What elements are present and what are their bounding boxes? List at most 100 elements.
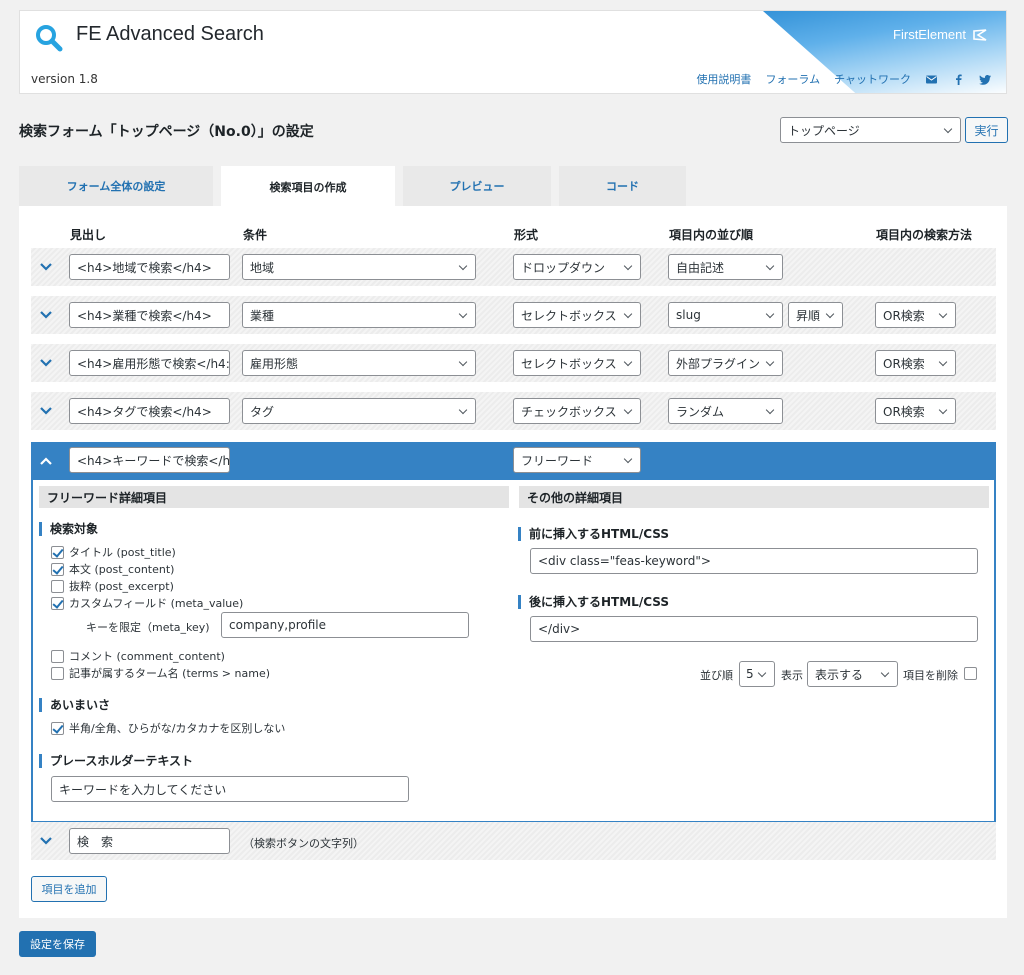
heading-input[interactable]: <h4>タグで検索</h4> <box>69 398 230 424</box>
page-title: 検索フォーム「トップページ（No.0）」の設定 <box>19 124 314 140</box>
save-settings-button[interactable]: 設定を保存 <box>19 931 96 957</box>
chevron-down-icon[interactable] <box>39 836 53 846</box>
search-method-select[interactable]: OR検索 <box>875 350 956 376</box>
chevron-down-icon[interactable] <box>39 262 53 272</box>
plugin-title: FE Advanced Search <box>76 23 264 45</box>
target-terms-checkbox[interactable]: 記事が属するターム名 (terms > name) <box>51 665 270 681</box>
placeholder-heading: プレースホルダーテキスト <box>39 754 193 768</box>
checkbox-box[interactable] <box>51 562 64 576</box>
checkbox-label: 抜粋 (post_excerpt) <box>69 580 174 593</box>
search-logo-icon <box>36 25 63 52</box>
checkbox-box[interactable] <box>51 545 64 559</box>
tab-create-items[interactable]: 検索項目の作成 <box>221 166 395 207</box>
sort-direction-select[interactable]: 昇順 <box>788 302 843 328</box>
checkbox-box[interactable] <box>51 649 64 663</box>
condition-select[interactable]: 業種 <box>242 302 476 328</box>
format-select-value: ドロップダウン <box>521 260 606 275</box>
order-select[interactable]: 外部プラグイン <box>668 350 783 376</box>
tab-form-settings[interactable]: フォーム全体の設定 <box>19 166 213 206</box>
target-comment-checkbox[interactable]: コメント (comment_content) <box>51 648 225 664</box>
heading-input[interactable]: <h4>業種で検索</h4> <box>69 302 230 328</box>
forum-link[interactable]: フォーラム <box>765 71 820 87</box>
run-button[interactable]: 実行 <box>965 117 1008 143</box>
format-select[interactable]: フリーワード <box>513 447 641 473</box>
freeword-details-heading: フリーワード詳細項目 <box>39 486 509 508</box>
search-method-value: OR検索 <box>883 308 925 323</box>
chevron-down-icon[interactable] <box>39 310 53 320</box>
target-excerpt-checkbox[interactable]: 抜粋 (post_excerpt) <box>51 578 174 594</box>
order-select-value: 外部プラグイン <box>676 356 761 371</box>
sort-order-value: 5 <box>746 667 754 681</box>
checkbox-box[interactable] <box>51 721 64 735</box>
meta-key-input[interactable]: company,profile <box>221 612 469 638</box>
heading-input[interactable]: <h4>キーワードで検索</h <box>69 447 230 473</box>
chevron-up-icon[interactable] <box>39 456 53 466</box>
column-condition: 条件 <box>243 228 268 242</box>
delete-item-checkbox[interactable] <box>964 667 977 680</box>
format-select[interactable]: セレクトボックス <box>513 302 641 328</box>
sort-order-label: 並び順 <box>700 669 733 682</box>
display-select-value: 表示する <box>815 667 864 682</box>
order-select[interactable]: ランダム <box>668 398 783 424</box>
after-html-input[interactable]: </div> <box>530 616 978 642</box>
search-method-select[interactable]: OR検索 <box>875 398 956 424</box>
fuzzy-option-checkbox[interactable]: 半角/全角、ひらがな/カタカナを区別しない <box>51 720 285 736</box>
format-select-value: フリーワード <box>521 453 594 468</box>
order-select[interactable]: 自由記述 <box>668 254 783 280</box>
brand-name: FirstElement <box>893 27 966 42</box>
sort-direction-value: 昇順 <box>796 308 821 323</box>
condition-select[interactable]: 地域 <box>242 254 476 280</box>
other-details-heading: その他の詳細項目 <box>519 486 989 508</box>
format-select[interactable]: チェックボックス <box>513 398 641 424</box>
before-html-heading: 前に挿入するHTML/CSS <box>518 527 669 541</box>
condition-select[interactable]: 雇用形態 <box>242 350 476 376</box>
format-select-value: セレクトボックス <box>521 356 617 371</box>
display-label: 表示 <box>781 669 803 682</box>
search-button-text-input[interactable]: 検 索 <box>69 828 230 854</box>
search-target-heading: 検索対象 <box>39 522 98 536</box>
target-content-checkbox[interactable]: 本文 (post_content) <box>51 561 174 577</box>
form-select[interactable]: トップページ <box>780 117 961 143</box>
add-item-button[interactable]: 項目を追加 <box>31 876 107 902</box>
display-select[interactable]: 表示する <box>807 661 898 687</box>
condition-select[interactable]: タグ <box>242 398 476 424</box>
order-select-value: 自由記述 <box>676 260 725 275</box>
checkbox-box[interactable] <box>51 596 64 610</box>
plugin-header: FE Advanced Search version 1.8 FirstElem… <box>19 10 1007 94</box>
search-method-select[interactable]: OR検索 <box>875 302 956 328</box>
manual-link[interactable]: 使用説明書 <box>696 71 751 87</box>
sort-order-select[interactable]: 5 <box>739 661 775 687</box>
before-html-input[interactable]: <div class="feas-keyword"> <box>530 548 978 574</box>
heading-input[interactable]: <h4>地域で検索</h4> <box>69 254 230 280</box>
chatwork-link[interactable]: チャットワーク <box>834 71 911 87</box>
checkbox-label: カスタムフィールド (meta_value) <box>69 597 244 610</box>
plugin-version: version 1.8 <box>31 72 98 86</box>
twitter-icon[interactable] <box>979 73 992 86</box>
search-button-note: （検索ボタンの文字列） <box>243 837 364 850</box>
checkbox-box[interactable] <box>51 579 64 593</box>
format-select[interactable]: ドロップダウン <box>513 254 641 280</box>
tab-code[interactable]: コード <box>559 166 686 206</box>
placeholder-input[interactable]: キーワードを入力してください <box>51 776 409 802</box>
checkbox-label: 半角/全角、ひらがな/カタカナを区別しない <box>69 722 286 735</box>
target-custom-field-checkbox[interactable]: カスタムフィールド (meta_value) <box>51 595 243 611</box>
order-select-value: ランダム <box>676 404 725 419</box>
format-select-value: チェックボックス <box>521 404 617 419</box>
target-title-checkbox[interactable]: タイトル (post_title) <box>51 544 176 560</box>
search-method-value: OR検索 <box>883 404 925 419</box>
chevron-down-icon[interactable] <box>39 358 53 368</box>
chevron-down-icon[interactable] <box>39 406 53 416</box>
facebook-icon[interactable] <box>952 73 965 86</box>
format-select-value: セレクトボックス <box>521 308 617 323</box>
order-select[interactable]: slug <box>668 302 783 328</box>
checkbox-label: 本文 (post_content) <box>69 563 175 576</box>
format-select[interactable]: セレクトボックス <box>513 350 641 376</box>
tab-preview[interactable]: プレビュー <box>403 166 551 206</box>
mail-icon[interactable] <box>925 73 938 86</box>
checkbox-box[interactable] <box>51 666 64 680</box>
heading-input[interactable]: <h4>雇用形態で検索</h4: <box>69 350 230 376</box>
condition-select-value: タグ <box>250 404 275 419</box>
brand-logo: FirstElement <box>893 27 988 42</box>
condition-select-value: 雇用形態 <box>250 356 299 371</box>
checkbox-label: タイトル (post_title) <box>69 546 176 559</box>
